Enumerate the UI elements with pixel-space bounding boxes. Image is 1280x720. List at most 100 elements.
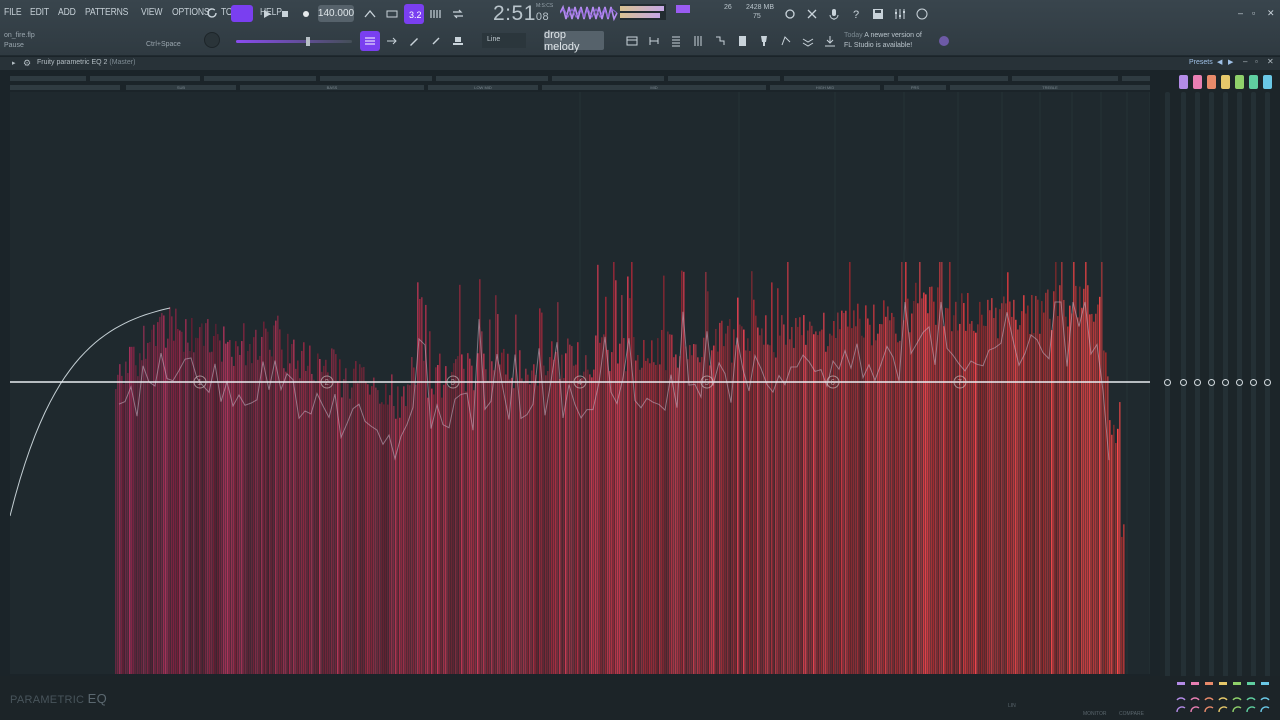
macros-icon[interactable] — [798, 31, 818, 51]
slider-handle[interactable] — [1180, 379, 1187, 386]
band-swatch-7[interactable] — [1263, 75, 1272, 89]
band-swatch-1[interactable] — [1179, 75, 1188, 89]
master-volume-knob[interactable] — [204, 32, 220, 48]
piano-roll-icon[interactable] — [666, 31, 686, 51]
band-gain-slider-3[interactable] — [1209, 92, 1214, 682]
band-swatch-3[interactable] — [1207, 75, 1216, 89]
spectrum-bar — [627, 276, 629, 674]
spectrum-bar — [459, 284, 461, 674]
spectrum-bar — [961, 293, 963, 674]
slider-handle[interactable] — [1222, 379, 1229, 386]
eq-display[interactable]: 1 2 3 4 5 6 7 — [10, 92, 1150, 674]
spectrum-bar — [1119, 402, 1121, 674]
plugin-close-icon[interactable]: ✕ — [1267, 57, 1274, 66]
mixer-icon[interactable] — [890, 4, 910, 24]
cut-icon[interactable] — [802, 4, 822, 24]
spectrum-bar — [825, 351, 827, 674]
step-edit-icon[interactable] — [426, 4, 446, 24]
save-icon[interactable] — [868, 4, 888, 24]
stop-button[interactable] — [275, 4, 295, 24]
online-icon[interactable] — [934, 31, 954, 51]
minimize-icon[interactable]: – — [1238, 8, 1243, 18]
band-track[interactable] — [1165, 92, 1170, 682]
spectrum-bar — [481, 331, 483, 674]
spectrum-bar — [253, 337, 255, 674]
file-icon[interactable] — [732, 31, 752, 51]
spectrum-bar — [611, 352, 613, 674]
spectrum-bar — [491, 361, 493, 674]
download-icon[interactable] — [820, 31, 840, 51]
preset-next-icon[interactable]: ▶ — [1228, 58, 1233, 66]
snap-icon[interactable] — [360, 31, 380, 51]
snap-mode-select[interactable]: Line — [482, 33, 526, 48]
menu-edit[interactable]: EDIT — [30, 7, 49, 18]
slider-handle[interactable] — [1208, 379, 1215, 386]
touch-keyboard-icon[interactable] — [776, 31, 796, 51]
slider-handle[interactable] — [1194, 379, 1201, 386]
band-swatch-4[interactable] — [1221, 75, 1230, 89]
band-swatch-5[interactable] — [1235, 75, 1244, 89]
channel-rack-icon[interactable] — [644, 31, 664, 51]
master-pitch-slider[interactable] — [236, 37, 352, 46]
draw-tool-icon[interactable] — [404, 31, 424, 51]
news-panel[interactable]: Today A newer version of FL Studio is av… — [844, 31, 922, 51]
band-gain-slider-6[interactable] — [1251, 92, 1256, 682]
presets-button[interactable]: Presets — [1189, 59, 1213, 66]
brand-suffix: EQ — [87, 691, 108, 706]
band-gain-slider-1[interactable] — [1181, 92, 1186, 682]
loop-record-icon[interactable] — [448, 4, 468, 24]
plugin-maximize-icon[interactable]: ▫ — [1255, 57, 1258, 66]
microphone-icon[interactable] — [824, 4, 844, 24]
wait-input-icon[interactable] — [382, 4, 402, 24]
close-icon[interactable]: ✕ — [1267, 8, 1275, 19]
undo-icon[interactable] — [780, 4, 800, 24]
spectrum-bar — [969, 323, 971, 674]
tempo-display[interactable]: 140.000 — [318, 5, 354, 22]
plugin-minimize-icon[interactable]: – — [1243, 57, 1247, 66]
arrow-right-icon[interactable] — [382, 31, 402, 51]
help-icon[interactable]: ? — [846, 4, 866, 24]
play-button[interactable] — [257, 4, 277, 24]
spectrum-bar — [607, 349, 609, 674]
compare-label[interactable]: COMPARE — [1119, 711, 1144, 717]
preset-prev-icon[interactable]: ◀ — [1217, 58, 1222, 66]
band-gain-slider-5[interactable] — [1237, 92, 1242, 682]
playlist-icon[interactable] — [622, 31, 642, 51]
band-gain-slider-2[interactable] — [1195, 92, 1200, 682]
band-swatch-6[interactable] — [1249, 75, 1258, 89]
spectrum-bar — [1047, 289, 1049, 674]
link-icon[interactable] — [426, 31, 446, 51]
spectrum-bar — [223, 326, 225, 674]
lin-toggle[interactable]: LIN — [1008, 703, 1016, 709]
gear-icon[interactable]: ⚙ — [23, 58, 31, 69]
menu-patterns[interactable]: PATTERNS — [85, 7, 128, 18]
band-type-icons[interactable] — [1175, 680, 1275, 716]
pattern-selector[interactable]: drop melody — [544, 29, 604, 53]
plugin-picker-icon[interactable] — [754, 31, 774, 51]
spectrum-bar — [251, 363, 253, 674]
browser-icon[interactable] — [710, 31, 730, 51]
menu-file[interactable]: FILE — [4, 7, 22, 18]
menu-add[interactable]: ADD — [58, 7, 76, 18]
eq-spectrum[interactable]: 1 2 3 4 5 6 7 — [10, 92, 1150, 674]
maximize-icon[interactable]: ▫ — [1252, 8, 1255, 18]
slider-handle[interactable] — [1250, 379, 1257, 386]
band-gain-slider-7[interactable] — [1265, 92, 1270, 682]
record-button[interactable] — [296, 4, 316, 24]
band-gain-slider-4[interactable] — [1223, 92, 1228, 682]
refresh-icon[interactable] — [202, 3, 222, 23]
collapse-arrow-icon[interactable]: ▸ — [12, 59, 16, 67]
mixer-view-icon[interactable] — [688, 31, 708, 51]
stamp-icon[interactable] — [448, 31, 468, 51]
chat-icon[interactable] — [912, 4, 932, 24]
countdown-icon[interactable]: 3.2 — [404, 4, 424, 24]
metronome-icon[interactable] — [360, 4, 380, 24]
menu-view[interactable]: VIEW — [141, 7, 162, 18]
slider-handle[interactable] — [1264, 379, 1271, 386]
band-swatch-2[interactable] — [1193, 75, 1202, 89]
spectrum-bar — [801, 335, 803, 674]
slider-handle[interactable] — [1236, 379, 1243, 386]
pattern-song-toggle[interactable] — [231, 5, 253, 22]
monitor-label[interactable]: MONITOR — [1083, 711, 1107, 717]
slider-handle[interactable] — [1164, 379, 1171, 386]
